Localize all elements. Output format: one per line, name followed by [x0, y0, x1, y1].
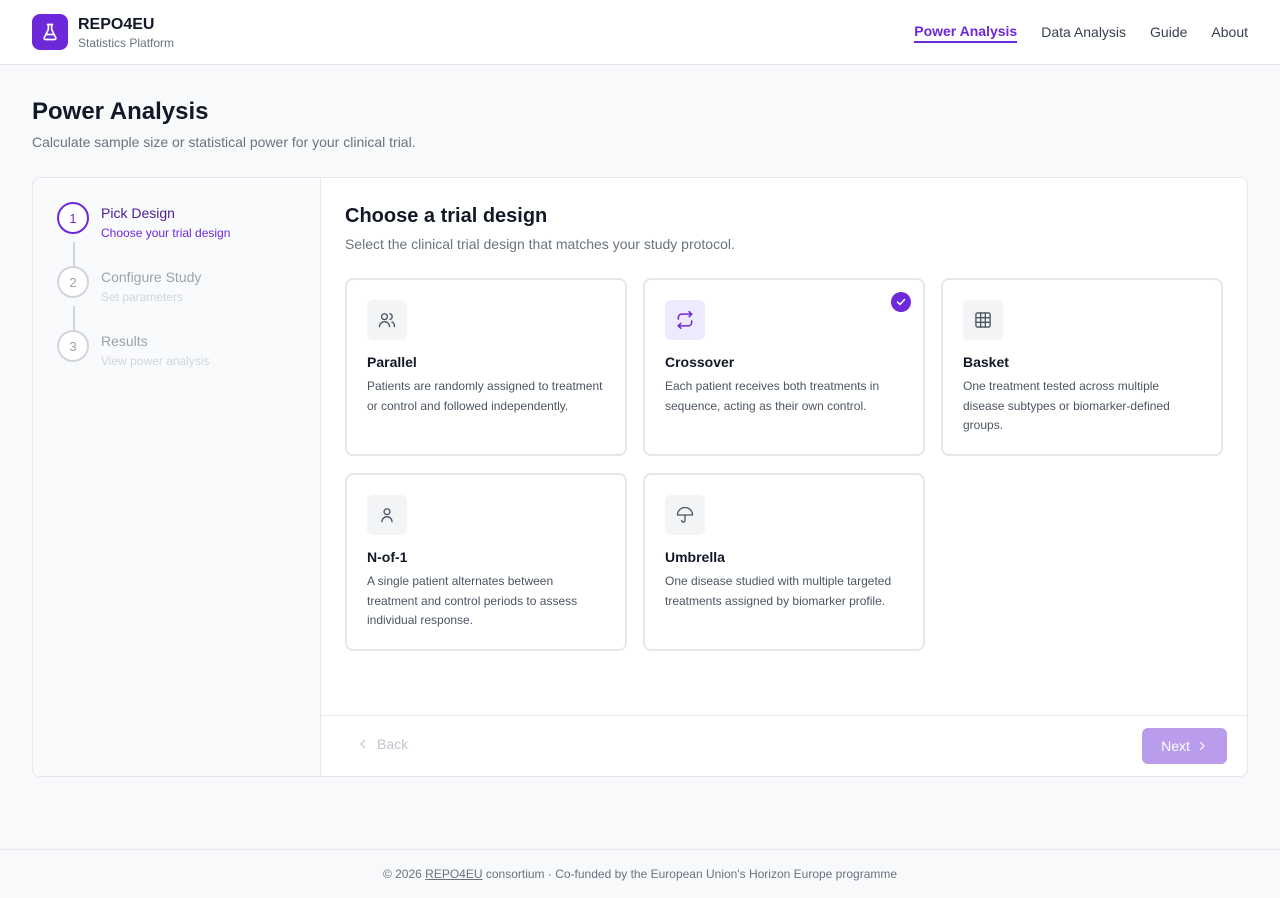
step-pick-design[interactable]: 1 Pick Design Choose your trial design	[57, 202, 297, 242]
main-nav: Power Analysis Data Analysis Guide About	[914, 0, 1248, 64]
design-title: N-of-1	[367, 549, 408, 565]
step-number: 3	[57, 330, 89, 362]
design-desc: Patients are randomly assigned to treatm…	[367, 379, 603, 413]
nav-about[interactable]: About	[1211, 20, 1248, 44]
grid-icon	[963, 300, 1003, 340]
footer-suffix: consortium · Co-funded by the European U…	[482, 867, 898, 881]
content-title: Choose a trial design	[345, 205, 548, 227]
step-configure-study[interactable]: 2 Configure Study Set parameters	[57, 266, 297, 306]
design-desc: A single patient alternates between trea…	[367, 574, 578, 627]
step-title: Pick Design	[101, 205, 175, 221]
step-connector	[73, 306, 75, 330]
design-title: Umbrella	[665, 549, 725, 565]
step-results[interactable]: 3 Results View power analysis	[57, 330, 297, 370]
design-option-parallel[interactable]: Parallel Patients are randomly assigned …	[345, 278, 627, 456]
step-desc: View power analysis	[101, 354, 210, 368]
design-title: Parallel	[367, 354, 417, 370]
brand-name[interactable]: REPO4EU	[78, 16, 154, 34]
content-subtitle: Select the clinical trial design that ma…	[345, 236, 735, 252]
page-title: Power Analysis	[32, 98, 209, 125]
flask-logo-icon[interactable]	[32, 14, 68, 50]
chevron-right-icon	[1199, 741, 1205, 751]
design-option-umbrella[interactable]: Umbrella One disease studied with multip…	[643, 473, 925, 651]
nav-power-analysis[interactable]: Power Analysis	[914, 19, 1018, 43]
design-desc: One disease studied with multiple target…	[665, 574, 892, 608]
step-number: 2	[57, 266, 89, 298]
brand-subtitle: Statistics Platform	[78, 36, 175, 50]
back-label: Back	[377, 736, 409, 752]
chevron-left-icon	[360, 739, 366, 749]
step-title: Configure Study	[101, 269, 202, 285]
nav-guide[interactable]: Guide	[1150, 20, 1187, 44]
design-option-crossover[interactable]: Crossover Each patient receives both tre…	[643, 278, 925, 456]
design-option-n-of-1[interactable]: N-of-1 A single patient alternates betwe…	[345, 473, 627, 651]
step-desc: Choose your trial design	[101, 226, 231, 240]
umbrella-icon	[665, 495, 705, 535]
step-content: Choose a trial design Select the clinica…	[321, 178, 1247, 776]
wizard-card: 1 Pick Design Choose your trial design 2…	[32, 177, 1248, 777]
next-label: Next	[1161, 738, 1190, 754]
app-header: REPO4EU Statistics Platform Power Analys…	[0, 0, 1280, 65]
design-title: Basket	[963, 354, 1009, 370]
users-icon	[367, 300, 407, 340]
user-icon	[367, 495, 407, 535]
design-desc: Each patient receives both treatments in…	[665, 379, 880, 413]
page-subtitle: Calculate sample size or statistical pow…	[32, 134, 416, 150]
stepper: 1 Pick Design Choose your trial design 2…	[33, 178, 321, 776]
step-title: Results	[101, 333, 148, 349]
footer-repo4eu-link[interactable]: REPO4EU	[425, 867, 482, 881]
nav-data-analysis[interactable]: Data Analysis	[1041, 20, 1126, 44]
design-desc: One treatment tested across multiple dis…	[963, 379, 1170, 432]
wizard-actions: Back Next	[321, 715, 1247, 776]
design-option-basket[interactable]: Basket One treatment tested across multi…	[941, 278, 1223, 456]
step-connector	[73, 242, 75, 266]
site-footer: © 2026 REPO4EU consortium · Co-funded by…	[0, 849, 1280, 898]
back-button[interactable]: Back	[357, 736, 408, 752]
repeat-icon	[665, 300, 705, 340]
step-desc: Set parameters	[101, 290, 184, 304]
design-title: Crossover	[665, 354, 735, 370]
selected-check-icon	[891, 292, 911, 312]
step-number: 1	[57, 202, 89, 234]
footer-prefix: © 2026	[382, 867, 426, 881]
next-button[interactable]: Next	[1142, 728, 1227, 764]
